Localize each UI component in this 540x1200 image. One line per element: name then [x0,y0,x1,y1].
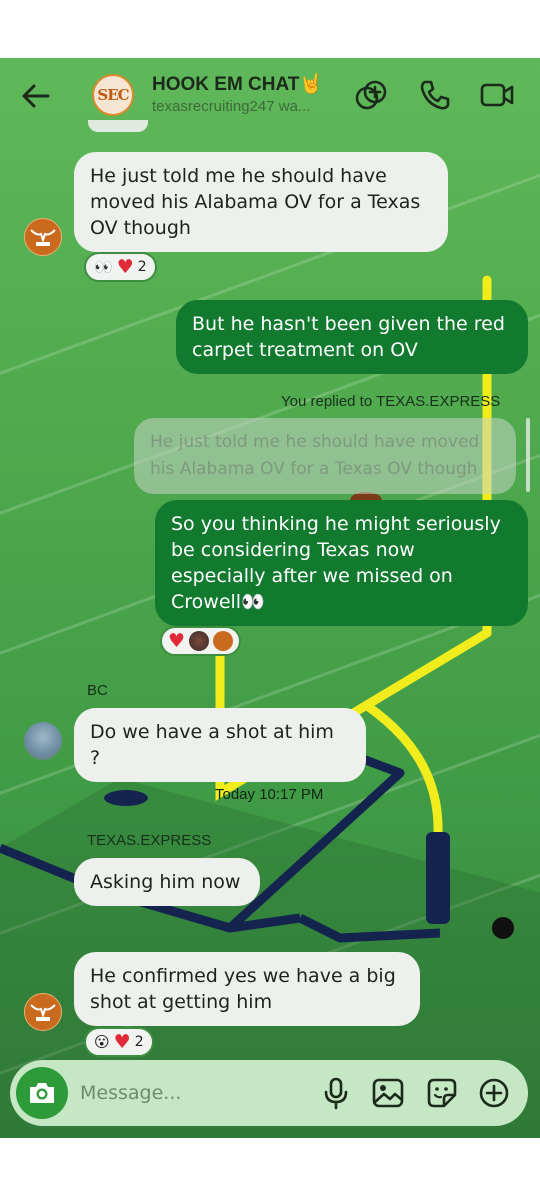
camera-icon [30,1083,54,1103]
microphone-icon[interactable] [318,1075,354,1111]
longhorn-logo-icon [30,1004,56,1021]
sender-avatar[interactable] [24,993,62,1031]
reaction-count: 2 [137,259,147,275]
reply-indicator-bar [526,418,530,492]
chat-screen: SEC HOOK EM CHAT🤘 texasrecruiting247 wa.… [0,58,540,1138]
camera-button[interactable] [16,1067,68,1119]
longhorn-logo-icon [30,229,56,246]
previous-message-partial [88,120,148,132]
message-composer [10,1060,528,1126]
group-avatar-text: SEC [97,86,129,104]
eyes-emoji: 👀 [94,257,113,276]
heart-emoji: ♥ [116,256,134,278]
back-arrow-icon[interactable] [18,78,54,114]
message-reactions[interactable]: ♥ [160,626,242,656]
plus-icon[interactable] [476,1075,512,1111]
message-bubble-incoming[interactable]: Do we have a shot at him ? [74,708,366,782]
sender-avatar[interactable] [24,722,62,760]
message-reactions[interactable]: 👀 ♥ 2 [84,252,157,282]
reaction-count: 2 [134,1034,144,1050]
sender-avatar[interactable] [24,218,62,256]
sticker-icon[interactable] [424,1075,460,1111]
message-bubble-outgoing[interactable]: So you thinking he might seriously be co… [155,500,528,626]
message-bubble-incoming[interactable]: Asking him now [74,858,260,906]
surprised-emoji: 😮 [94,1032,110,1051]
message-bubble-outgoing[interactable]: But he hasn't been given the red carpet … [176,300,528,374]
sender-name: TEXAS.EXPRESS [87,832,212,849]
video-camera-icon[interactable] [478,76,516,114]
phone-icon[interactable] [416,76,454,114]
timestamp: Today 10:17 PM [215,786,324,803]
heart-emoji: ♥ [113,1031,131,1053]
reply-label: You replied to TEXAS.EXPRESS [281,393,501,410]
chat-subtitle: texasrecruiting247 wa... [152,98,311,115]
quoted-message[interactable]: He just told me he should have moved his… [134,418,516,494]
heart-emoji: ♥ [168,630,186,652]
chat-title[interactable]: HOOK EM CHAT🤘 [152,72,323,96]
message-bubble-incoming[interactable]: He just told me he should have moved his… [74,152,448,252]
sender-name: BC [87,682,108,699]
add-effects-icon[interactable] [352,76,390,114]
reactor-avatar [189,631,210,651]
message-reactions[interactable]: 😮 ♥ 2 [84,1027,154,1057]
chat-header: SEC HOOK EM CHAT🤘 texasrecruiting247 wa.… [0,58,540,132]
reactor-avatar [213,631,234,651]
message-input[interactable] [80,1079,300,1107]
message-bubble-incoming[interactable]: He confirmed yes we have a big shot at g… [74,952,420,1026]
group-avatar[interactable]: SEC [92,74,134,116]
gallery-icon[interactable] [370,1075,406,1111]
